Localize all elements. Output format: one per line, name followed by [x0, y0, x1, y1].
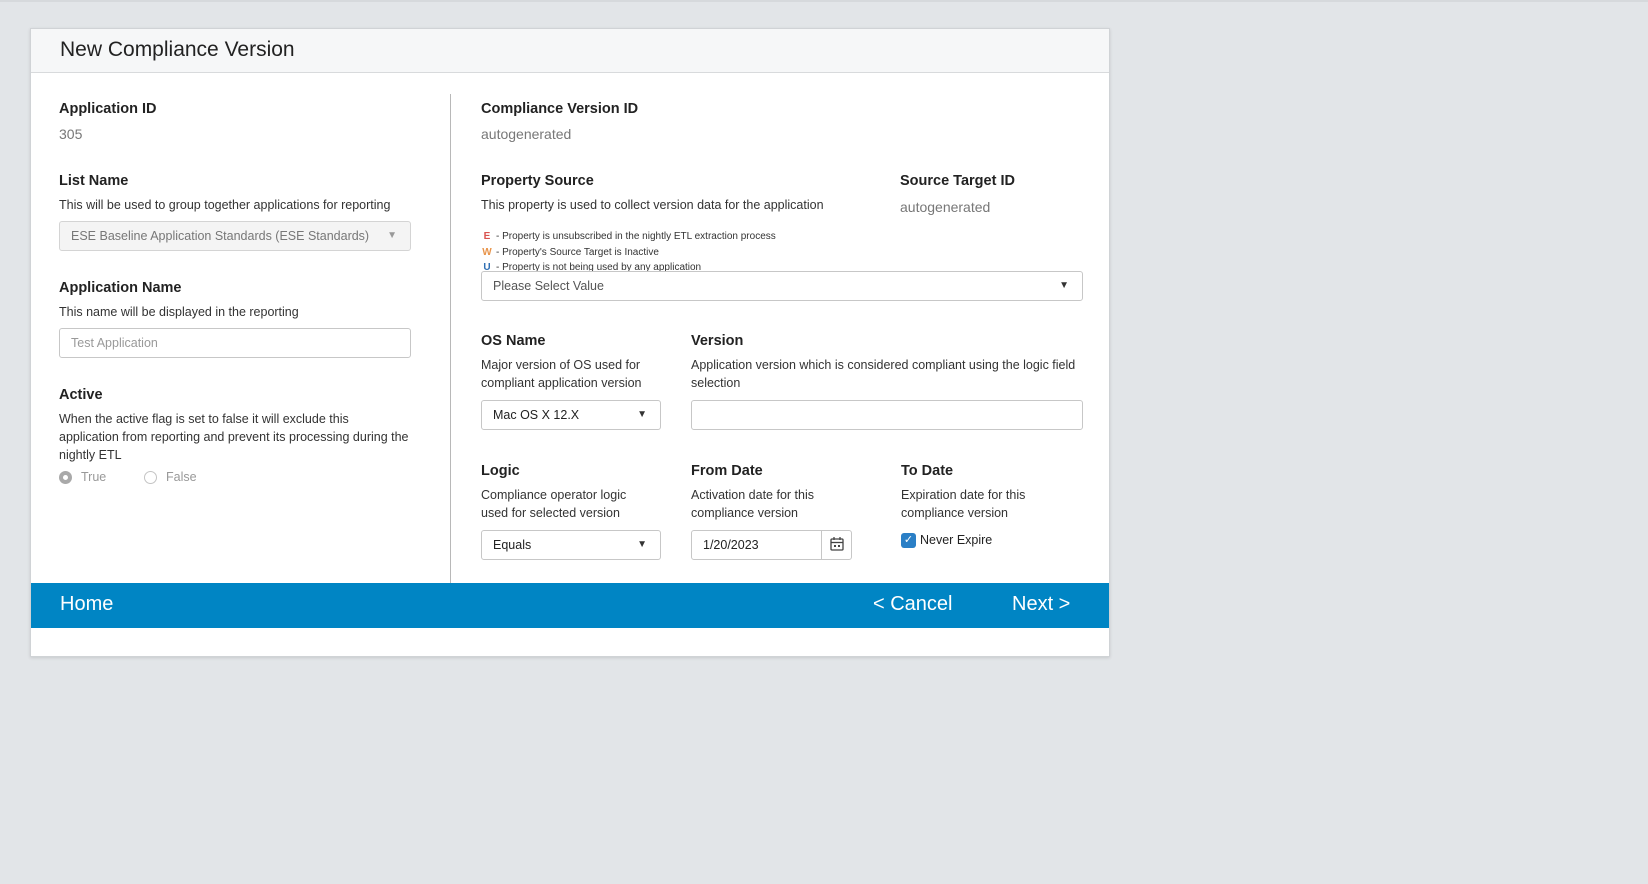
property-source-help: This property is used to collect version…	[481, 198, 824, 212]
to-date-help: Expiration date for this compliance vers…	[901, 488, 1026, 520]
list-name-label: List Name	[59, 173, 129, 189]
legend-code-e: E	[483, 231, 491, 242]
legend-row-w: W - Property's Source Target is Inactive	[481, 245, 776, 261]
list-name-select-value: ESE Baseline Application Standards (ESE …	[71, 229, 370, 243]
chevron-down-icon: ▼	[1059, 280, 1069, 291]
legend-text-w: - Property's Source Target is Inactive	[496, 246, 659, 258]
active-help: When the active flag is set to false it …	[59, 412, 409, 462]
application-id-value: 305	[59, 126, 83, 142]
property-source-legend: E - Property is unsubscribed in the night…	[481, 229, 776, 276]
never-expire-label: Never Expire	[920, 533, 993, 547]
os-name-label: OS Name	[481, 333, 546, 349]
column-divider	[450, 94, 451, 591]
application-name-label: Application Name	[59, 280, 182, 296]
os-name-select[interactable]: Mac OS X 12.X ▼	[481, 400, 661, 430]
logic-label: Logic	[481, 463, 520, 479]
logic-select[interactable]: Equals ▼	[481, 530, 661, 560]
radio-unselected-icon	[144, 471, 157, 484]
source-target-id-label: Source Target ID	[900, 173, 1015, 189]
property-source-label: Property Source	[481, 173, 594, 189]
os-name-help: Major version of OS used for compliant a…	[481, 358, 642, 390]
version-label: Version	[691, 333, 744, 349]
from-date-input[interactable]: 1/20/2023	[691, 530, 852, 560]
footer-bar: Home < Cancel Next >	[31, 583, 1109, 628]
home-link[interactable]: Home	[60, 593, 113, 616]
application-name-placeholder: Test Application	[71, 336, 158, 350]
legend-code-w: W	[482, 246, 492, 258]
application-name-input[interactable]: Test Application	[59, 328, 411, 358]
version-help: Application version which is considered …	[691, 358, 1076, 390]
next-button[interactable]: Next >	[1012, 593, 1070, 616]
os-name-select-value: Mac OS X 12.X	[493, 408, 580, 422]
to-date-label: To Date	[901, 463, 954, 479]
application-id-label: Application ID	[59, 101, 157, 117]
compliance-version-panel: New Compliance Version Application ID 30…	[30, 28, 1110, 657]
radio-selected-icon	[59, 471, 72, 484]
legend-text-e: - Property is unsubscribed in the nightl…	[496, 231, 776, 242]
cancel-button[interactable]: < Cancel	[873, 593, 953, 616]
property-source-placeholder: Please Select Value	[493, 279, 604, 293]
chevron-down-icon: ▼	[637, 539, 647, 550]
application-name-help: This name will be displayed in the repor…	[59, 305, 299, 319]
active-label: Active	[59, 387, 103, 403]
calendar-icon[interactable]	[821, 531, 851, 559]
page-title: New Compliance Version	[60, 38, 295, 61]
panel-header: New Compliance Version	[31, 29, 1109, 73]
chevron-down-icon: ▼	[637, 409, 647, 420]
checkmark-icon: ✓	[901, 533, 916, 548]
active-false-label: False	[166, 470, 197, 484]
legend-row-e: E - Property is unsubscribed in the night…	[481, 229, 776, 245]
source-target-id-value: autogenerated	[900, 199, 991, 215]
list-name-select[interactable]: ESE Baseline Application Standards (ESE …	[59, 221, 411, 251]
list-name-help: This will be used to group together appl…	[59, 198, 391, 212]
version-input[interactable]	[691, 400, 1083, 430]
from-date-value: 1/20/2023	[703, 538, 759, 552]
compliance-version-id-label: Compliance Version ID	[481, 101, 639, 117]
chevron-down-icon: ▼	[387, 230, 397, 241]
window-top-edge	[0, 0, 1648, 2]
property-source-select[interactable]: Please Select Value ▼	[481, 271, 1083, 301]
from-date-label: From Date	[691, 463, 763, 479]
active-true-label: True	[81, 470, 107, 484]
from-date-help: Activation date for this compliance vers…	[691, 488, 814, 520]
logic-select-value: Equals	[493, 538, 532, 552]
logic-help: Compliance operator logic used for selec…	[481, 488, 627, 520]
compliance-version-id-value: autogenerated	[481, 126, 572, 142]
